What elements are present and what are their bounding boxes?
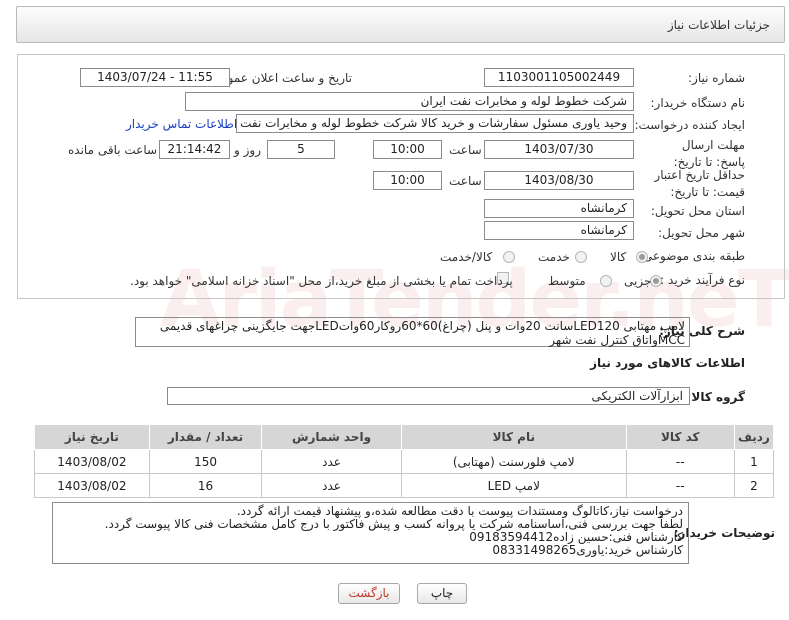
buyer-org-label: نام دستگاه خریدار: [650,96,746,110]
goods-section-title: اطلاعات کالاهای مورد نیاز [590,356,745,370]
price-validity-date-field: 1403/08/30 [484,171,634,190]
col-date: تاریخ نیاز [34,424,150,450]
price-validity-label: حداقل تاریخ اعتبار قیمت: تا تاریخ: [654,168,745,199]
buyer-org-field: شرکت خطوط لوله و مخابرات نفت ایران [185,92,634,111]
process-radio-minor[interactable] [650,273,662,287]
process-option-medium: متوسط [548,274,586,288]
cell-code: -- [625,449,735,474]
cell-date: 1403/08/02 [34,449,150,474]
cell-row: 2 [733,473,775,498]
cell-qty: 150 [148,449,263,474]
days-label: روز و [234,143,261,157]
deadline-label: مهلت ارسال پاسخ: تا تاریخ: [673,138,745,169]
table-row: 1 -- لامپ فلورسنت (مهتابی) عدد 150 1403/… [34,449,775,474]
category-label: طبقه بندی موضوعی: [638,249,745,263]
creator-label: ایجاد کننده درخواست: [634,118,745,132]
treasury-note: پرداخت تمام یا بخشی از مبلغ خرید،از محل … [130,274,513,288]
cell-name: لامپ LED [400,473,627,498]
category-radio-service[interactable] [575,249,587,263]
process-option-minor: جزیی [624,274,652,288]
province-field: کرمانشاه [484,199,634,218]
price-validity-time-field: 10:00 [373,171,442,190]
col-name: نام کالا [400,424,627,450]
category-option-goods: کالا [610,250,627,264]
goods-group-label: گروه کالا: [686,390,745,404]
province-label: استان محل تحویل: [650,204,745,218]
creator-field: وحید یاوری مسئول سفارشات و خرید کالا شرک… [236,114,634,133]
deadline-time-field: 10:00 [373,140,442,159]
process-radio-medium[interactable] [600,273,612,287]
cell-qty: 16 [148,473,263,498]
col-row: ردیف [733,424,775,450]
category-option-service: خدمت [538,250,570,264]
time-remaining-label: ساعت باقی مانده [68,143,158,157]
city-field: کرمانشاه [484,221,634,240]
buyer-contact-link[interactable]: اطلاعات تماس خریدار [126,117,237,131]
cell-unit: عدد [261,449,402,474]
col-unit: واحد شمارش [261,424,402,450]
description-field: لامپ مهتابی LED120سانت 20وات و پنل (چراغ… [135,317,690,347]
back-button[interactable]: بازگشت [338,583,400,604]
need-number-label: شماره نیاز: [688,71,745,85]
cell-row: 1 [733,449,775,474]
days-remaining-field: 5 [267,140,335,159]
description-line-2: MCCواتاق کنترل نفت شهر [549,333,685,347]
category-radio-goods-service[interactable] [503,249,515,263]
deadline-time-label: ساعت [449,143,482,157]
page-title: جزئیات اطلاعات نیاز [667,18,770,32]
col-qty: تعداد / مقدار [148,424,263,450]
cell-date: 1403/08/02 [34,473,150,498]
goods-table-header: ردیف کد کالا نام کالا واحد شمارش تعداد /… [34,424,775,450]
cell-unit: عدد [261,473,402,498]
page-title-bar: جزئیات اطلاعات نیاز [16,6,785,43]
deadline-date-field: 1403/07/30 [484,140,634,159]
col-code: کد کالا [625,424,735,450]
goods-table: ردیف کد کالا نام کالا واحد شمارش تعداد /… [34,424,775,498]
category-radio-goods[interactable] [636,249,648,263]
print-button[interactable]: چاپ [417,583,467,604]
buyer-notes-field: درخواست نیاز،کاتالوگ ومستندات پیوست با د… [52,502,689,564]
table-row: 2 -- لامپ LED عدد 16 1403/08/02 [34,473,775,498]
description-line-1: لامپ مهتابی LED120سانت 20وات و پنل (چراغ… [159,319,685,333]
buyer-note-line: کارشناس خرید:یاوری08331498265 [492,543,683,557]
price-validity-time-label: ساعت [449,174,482,188]
category-option-goods-service: کالا/خدمت [440,250,493,264]
need-number-field: 1103001105002449 [484,68,634,87]
cell-code: -- [625,473,735,498]
time-remaining-field: 21:14:42 [159,140,230,159]
goods-group-field: ابزارآلات الکتریکی [167,387,690,405]
announce-datetime-field: 1403/07/24 - 11:55 [80,68,230,87]
process-type-label: نوع فرآیند خرید : [660,273,745,287]
city-label: شهر محل تحویل: [658,226,745,240]
cell-name: لامپ فلورسنت (مهتابی) [400,449,627,474]
